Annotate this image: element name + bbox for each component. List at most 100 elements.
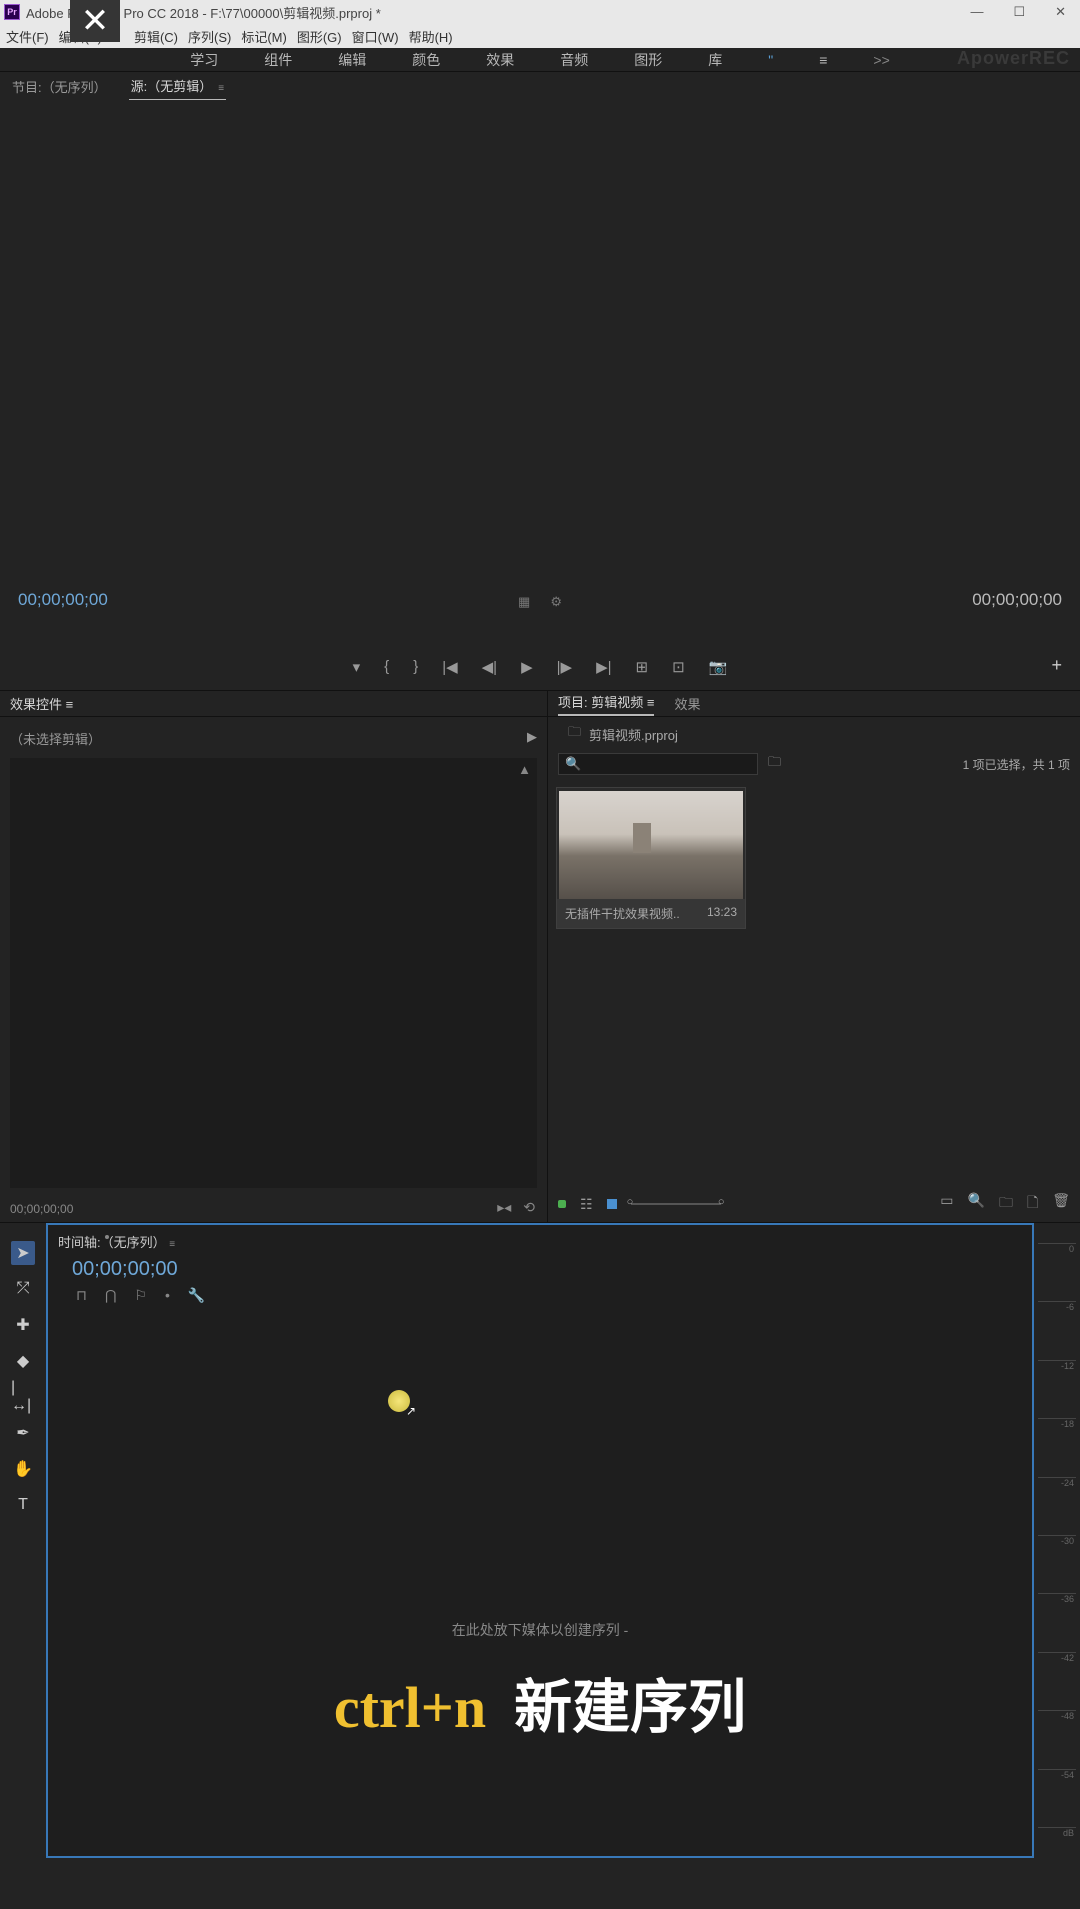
type-tool[interactable]: T <box>11 1493 35 1517</box>
settings-dot-icon[interactable]: • <box>165 1287 170 1304</box>
workspace-bar: 学习 组件 编辑 颜色 效果 音频 图形 库 " ≡ >> <box>0 48 1080 72</box>
close-button[interactable]: ✕ <box>1055 4 1066 20</box>
loop-icon[interactable]: ▸◂ <box>497 1199 511 1216</box>
no-clip-label: （未选择剪辑） ▶ <box>10 725 537 752</box>
main-menu-bar: 文件(F) 编辑(E) 剪辑(C) 序列(S) 标记(M) 图形(G) 窗口(W… <box>0 24 1080 48</box>
safe-margins-icon[interactable]: ▦ <box>518 594 530 610</box>
step-back-icon[interactable]: ◀| <box>482 658 497 676</box>
middle-panels: 效果控件 ≡ （未选择剪辑） ▶ ▲ 00;00;00;00 ▸◂ ⟲ 项目: … <box>0 690 1080 1222</box>
ripple-edit-tool[interactable]: ✚ <box>11 1313 35 1337</box>
marker-icon[interactable]: ▾ <box>353 658 361 676</box>
slip-tool[interactable]: |↔| <box>11 1385 35 1409</box>
wrench-icon[interactable]: 🔧 <box>188 1287 205 1304</box>
freeform-view-icon[interactable]: ▭ <box>940 1192 953 1216</box>
clip-item[interactable]: 无插件干扰效果视频.. 13:23 <box>556 787 746 929</box>
pin-icon[interactable]: ⟲ <box>523 1199 535 1216</box>
menu-file[interactable]: 文件(F) <box>6 27 49 46</box>
mark-in-icon[interactable]: { <box>384 658 389 676</box>
workspace-graphics[interactable]: 图形 <box>632 50 664 70</box>
tools-panel: ➤ ⤱ ✚ ◆ |↔| ✒ ✋ T <box>0 1223 46 1858</box>
go-in-icon[interactable]: |◀ <box>442 658 457 676</box>
pen-tool[interactable]: ✒ <box>11 1421 35 1445</box>
icon-view-icon[interactable] <box>607 1199 617 1209</box>
project-search-input[interactable] <box>581 757 751 771</box>
tab-source[interactable]: 源:（无剪辑）≡ <box>129 72 226 101</box>
new-item-icon[interactable]: 🗋 <box>1027 1192 1038 1216</box>
menu-window[interactable]: 窗口(W) <box>352 27 399 46</box>
monitor-timecode-out: 00;00;00;00 <box>972 590 1062 610</box>
action-label: 新建序列 <box>514 1660 746 1744</box>
menu-clip[interactable]: 剪辑(C) <box>112 27 178 46</box>
tab-project[interactable]: 项目: 剪辑视频 ≡ <box>558 692 654 716</box>
collapse-arrow-icon[interactable]: ▲ <box>518 762 531 777</box>
record-indicator-icon[interactable] <box>558 1200 566 1208</box>
project-search[interactable]: 🔍 <box>558 753 758 775</box>
audio-meter-scale: 0 -6 -12 -18 -24 -30 -36 -42 -48 -54 dB <box>1038 1243 1076 1838</box>
workspace-editing[interactable]: 编辑 <box>336 50 368 70</box>
step-forward-icon[interactable]: |▶ <box>557 658 572 676</box>
folder-icon: 🗀 <box>568 723 581 745</box>
timeline-panel[interactable]: 时间轴:（无序列） ≡ 00;00;00;00 ⊓ ⋂ ⚐ • 🔧 在此处放下媒… <box>46 1223 1034 1858</box>
shortcut-label: ctrl+n <box>334 1674 486 1741</box>
snap-icon[interactable]: ⊓ <box>76 1287 87 1304</box>
tab-effects[interactable]: 效果 <box>674 694 700 713</box>
delete-icon[interactable]: 🗑 <box>1052 1192 1070 1216</box>
new-bin-icon[interactable]: 🗀 <box>999 1192 1013 1216</box>
playback-controls: ▾ { } |◀ ◀| ▶ |▶ ▶| ⊞ ⊡ 📷 <box>353 658 728 676</box>
effect-controls-timecode: 00;00;00;00 <box>10 1202 73 1216</box>
timeline-timecode[interactable]: 00;00;00;00 <box>58 1254 1022 1285</box>
workspace-more[interactable]: >> <box>871 52 891 68</box>
audio-meter-panel: 0 -6 -12 -18 -24 -30 -36 -42 -48 -54 dB <box>1034 1223 1080 1858</box>
project-item-count: 1 项已选择，共 1 项 <box>963 756 1070 773</box>
bin-icon[interactable]: 🗀 <box>768 753 781 775</box>
overlay-close-icon[interactable]: ✕ <box>70 0 120 42</box>
linked-selection-icon[interactable]: ⋂ <box>105 1287 116 1304</box>
workspace-learning[interactable]: 学习 <box>188 50 220 70</box>
menu-graphics[interactable]: 图形(G) <box>297 27 342 46</box>
workspace-effects[interactable]: 效果 <box>484 50 516 70</box>
mark-out-icon[interactable]: } <box>413 658 418 676</box>
workspace-color[interactable]: 颜色 <box>410 50 442 70</box>
timeline-tab[interactable]: 时间轴:（无序列） ≡ <box>58 1229 1022 1254</box>
tab-effect-controls[interactable]: 效果控件 ≡ <box>10 694 73 713</box>
button-editor-add[interactable]: + <box>1051 655 1062 676</box>
find-icon[interactable]: 🔍 <box>968 1192 985 1216</box>
project-file-name: 剪辑视频.prproj <box>589 725 678 744</box>
maximize-button[interactable]: ☐ <box>1013 4 1025 20</box>
list-view-icon[interactable]: ☷ <box>580 1196 593 1213</box>
monitor-timecode-in[interactable]: 00;00;00;00 <box>18 590 108 610</box>
timeline-body[interactable]: 在此处放下媒体以创建序列 - ctrl+n 新建序列 <box>48 1310 1032 1830</box>
tab-program[interactable]: 节目:（无序列） <box>10 73 109 100</box>
clip-thumbnail[interactable] <box>559 791 743 899</box>
menu-help[interactable]: 帮助(H) <box>409 27 453 46</box>
minimize-button[interactable]: — <box>970 4 983 20</box>
panel-menu-icon[interactable]: ≡ <box>66 697 74 712</box>
hand-tool[interactable]: ✋ <box>11 1457 35 1481</box>
export-frame-icon[interactable]: 📷 <box>709 658 728 676</box>
menu-sequence[interactable]: 序列(S) <box>188 27 231 46</box>
panel-menu-icon[interactable]: ≡ <box>817 52 829 68</box>
marker-add-icon[interactable]: ⚐ <box>134 1287 147 1304</box>
effect-controls-body: ▲ <box>10 758 537 1188</box>
go-out-icon[interactable]: ▶| <box>596 658 611 676</box>
workspace-library[interactable]: 库 <box>706 50 724 70</box>
razor-tool[interactable]: ◆ <box>11 1349 35 1373</box>
play-icon[interactable]: ▶ <box>521 658 533 676</box>
settings-icon[interactable]: ⚙ <box>550 594 562 610</box>
track-select-tool[interactable]: ⤱ <box>11 1277 35 1301</box>
tab-menu-icon[interactable]: ≡ <box>218 83 224 94</box>
overwrite-icon[interactable]: ⊡ <box>672 658 685 676</box>
expand-arrow-icon[interactable]: ▶ <box>527 729 537 748</box>
insert-icon[interactable]: ⊞ <box>636 658 649 676</box>
selection-tool[interactable]: ➤ <box>11 1241 35 1265</box>
project-bin[interactable]: 无插件干扰效果视频.. 13:23 <box>548 779 1080 937</box>
workspace-assembly[interactable]: 组件 <box>262 50 294 70</box>
timeline-drop-hint: 在此处放下媒体以创建序列 - <box>452 1620 629 1640</box>
workspace-audio[interactable]: 音频 <box>558 50 590 70</box>
panel-grip-icon[interactable] <box>105 1235 109 1239</box>
clip-name: 无插件干扰效果视频.. <box>565 905 680 922</box>
effect-controls-footer-icons: ▸◂ ⟲ <box>497 1199 535 1216</box>
zoom-slider[interactable] <box>631 1203 721 1205</box>
menu-marker[interactable]: 标记(M) <box>241 27 287 46</box>
cursor-highlight <box>388 1390 410 1412</box>
